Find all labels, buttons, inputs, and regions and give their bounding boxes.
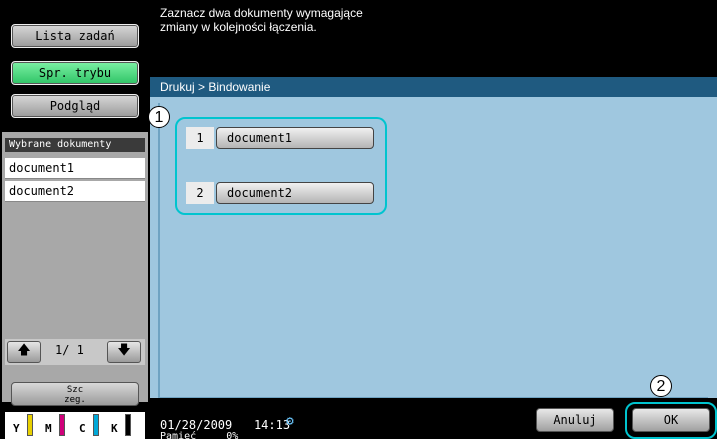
callout-1: 1 bbox=[148, 106, 170, 128]
sort-order-button[interactable]: Szc zeg. bbox=[11, 382, 139, 406]
page-indicator: 1/ 1 bbox=[55, 343, 84, 357]
preview-button[interactable]: Podgląd bbox=[11, 94, 139, 118]
selected-document-item[interactable]: document1 bbox=[5, 158, 145, 179]
sort-order-label-line1: Szc bbox=[66, 385, 84, 395]
toner-bar-k bbox=[125, 414, 131, 436]
instruction-line1: Zaznacz dwa dokumenty wymagające bbox=[160, 6, 363, 20]
callout-2: 2 bbox=[650, 375, 672, 397]
cancel-button[interactable]: Anuluj bbox=[536, 408, 614, 432]
pager: 🡅 1/ 1 🡇 bbox=[5, 339, 145, 365]
document-row-number: 1 bbox=[186, 127, 214, 149]
memory-value: 0% bbox=[226, 431, 239, 442]
toner-indicator: Y M C K bbox=[5, 412, 145, 439]
sort-order-label-line2: zeg. bbox=[64, 395, 86, 405]
memory-label: Pamięć bbox=[160, 431, 197, 442]
toner-bar-y bbox=[27, 414, 33, 436]
network-icon: ⚙ bbox=[286, 414, 294, 429]
toner-label-c: C bbox=[79, 422, 86, 435]
mode-check-button[interactable]: Spr. trybu bbox=[11, 61, 139, 85]
arrow-up-icon[interactable]: 🡅 bbox=[7, 341, 41, 363]
document-row-number: 2 bbox=[186, 182, 214, 204]
selected-documents-header: Wybrane dokumenty bbox=[5, 138, 145, 152]
date-text: 01/28/2009 bbox=[160, 418, 233, 432]
document-row: 2 document2 bbox=[186, 182, 376, 204]
document-row: 1 document1 bbox=[186, 127, 376, 149]
toner-bar-c bbox=[93, 414, 99, 436]
toner-label-m: M bbox=[45, 422, 52, 435]
toner-label-y: Y bbox=[13, 422, 20, 435]
document-button[interactable]: document2 bbox=[216, 182, 374, 204]
toner-bar-m bbox=[59, 414, 65, 436]
arrow-down-icon[interactable]: 🡇 bbox=[107, 341, 141, 363]
ok-button[interactable]: OK bbox=[632, 408, 710, 432]
selected-document-item[interactable]: document2 bbox=[5, 181, 145, 202]
date-time: 01/28/2009 14:13 bbox=[160, 418, 290, 432]
toner-label-k: K bbox=[111, 422, 118, 435]
instruction-line2: zmiany w kolejności łączenia. bbox=[160, 20, 317, 34]
time-text: 14:13 bbox=[253, 418, 291, 432]
job-list-button[interactable]: Lista zadań bbox=[11, 24, 139, 48]
document-button[interactable]: document1 bbox=[216, 127, 374, 149]
memory-status: Pamięć 0% bbox=[160, 431, 238, 442]
instruction-message: Zaznacz dwa dokumenty wymagające zmiany … bbox=[160, 6, 363, 34]
breadcrumb: Drukuj > Bindowanie bbox=[150, 77, 717, 97]
